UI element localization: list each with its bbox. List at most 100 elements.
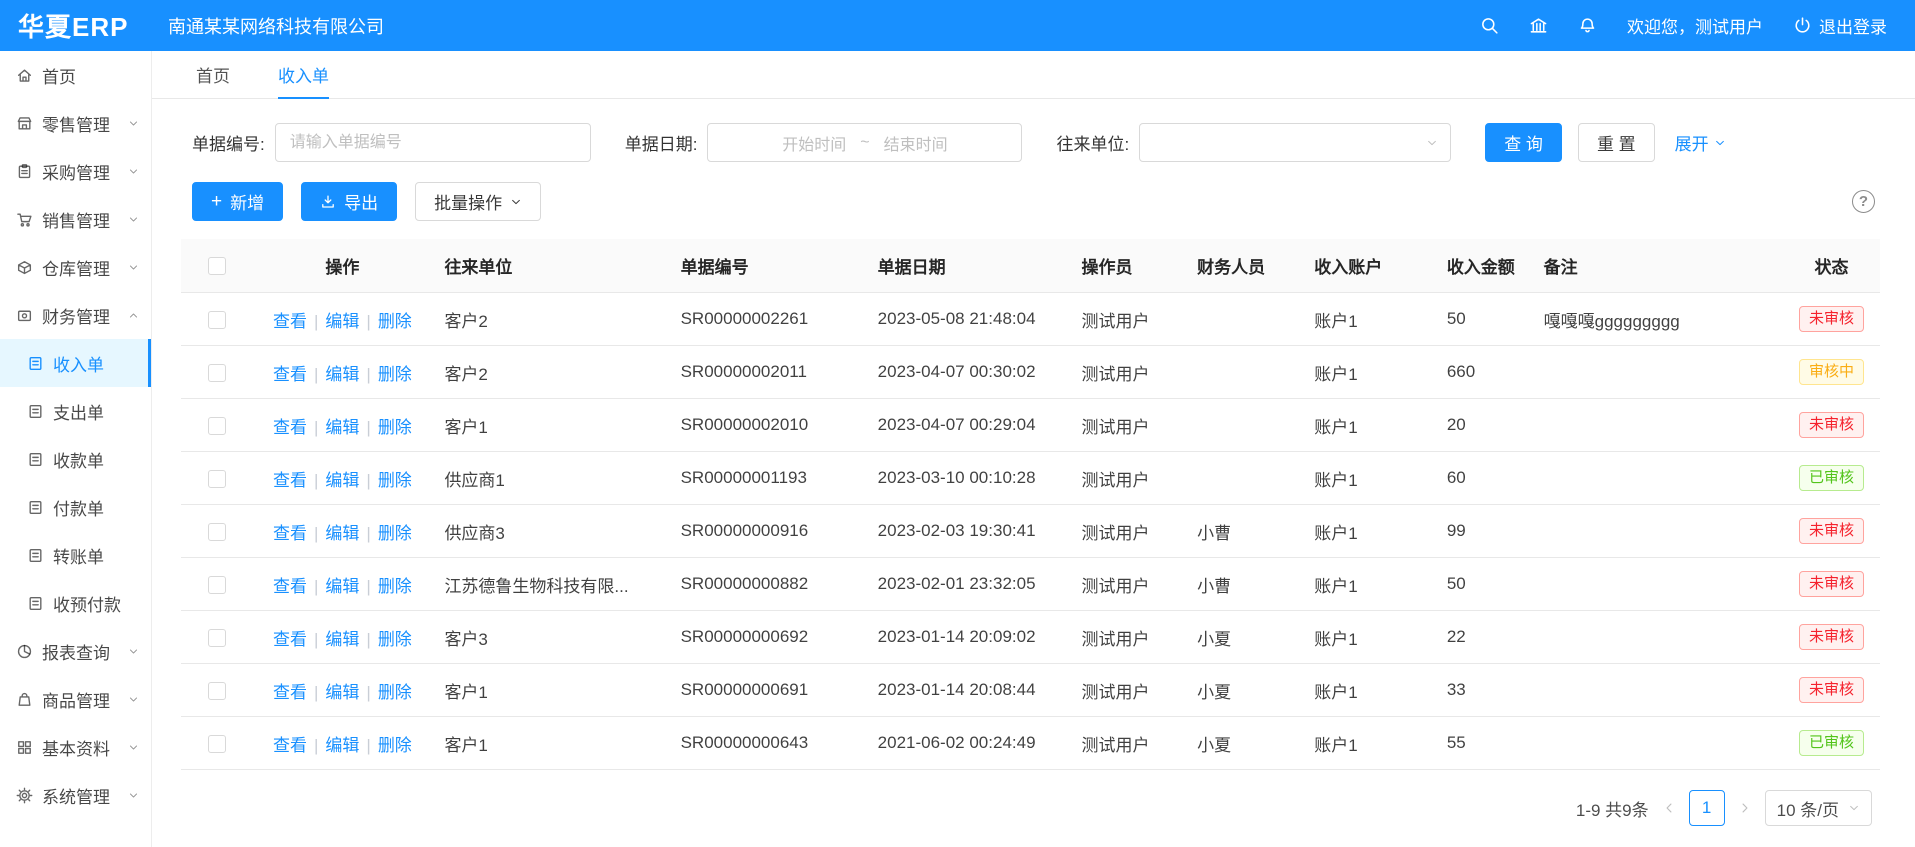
sidebar-item-payment-bill[interactable]: 付款单 [0,483,151,531]
sidebar-item-retail[interactable]: 零售管理 [0,99,151,147]
delete-link[interactable]: 删除 [378,365,412,384]
remark-cell: 嘎嘎嘎ggggggggg [1532,293,1783,346]
edit-link[interactable]: 编辑 [325,630,359,649]
view-link[interactable]: 查看 [273,577,307,596]
delete-link[interactable]: 删除 [378,577,412,596]
search-icon[interactable] [1480,16,1499,35]
tab-bar: 首页收入单 [152,51,1915,99]
tab-home[interactable]: 首页 [196,51,230,99]
account-cell: 账户1 [1302,293,1435,346]
row-checkbox[interactable] [208,470,226,488]
edit-link[interactable]: 编辑 [325,683,359,702]
action-toolbar: + 新增 导出 批量操作 ? [152,162,1915,221]
bill-date-label: 单据日期: [625,130,698,155]
search-button[interactable]: 查 询 [1485,123,1562,162]
row-checkbox[interactable] [208,682,226,700]
sidebar-item-sales[interactable]: 销售管理 [0,195,151,243]
sidebar-item-receipt-bill[interactable]: 收款单 [0,435,151,483]
sidebar-item-warehouse[interactable]: 仓库管理 [0,243,151,291]
delete-link[interactable]: 删除 [378,683,412,702]
row-checkbox[interactable] [208,576,226,594]
sidebar-item-purchase[interactable]: 采购管理 [0,147,151,195]
bell-icon[interactable] [1578,16,1597,35]
sidebar-item-transfer-bill[interactable]: 转账单 [0,531,151,579]
delete-link[interactable]: 删除 [378,418,412,437]
view-link[interactable]: 查看 [273,736,307,755]
view-link[interactable]: 查看 [273,365,307,384]
sidebar-item-prepaid-bill[interactable]: 收预付款 [0,579,151,627]
bill-number-cell: SR00000000916 [669,505,866,558]
add-button[interactable]: + 新增 [192,182,283,221]
remark-cell [1532,611,1783,664]
help-icon[interactable]: ? [1852,190,1875,213]
edit-link[interactable]: 编辑 [325,365,359,384]
sidebar-item-basic-data[interactable]: 基本资料 [0,723,151,771]
operator-cell: 测试用户 [1070,611,1186,664]
reset-button[interactable]: 重 置 [1578,123,1655,162]
warehouse-icon [16,259,33,276]
date-range-picker[interactable]: 开始时间 ~ 结束时间 [707,123,1022,162]
sidebar-item-finance[interactable]: 财务管理 [0,291,151,339]
prev-page-button[interactable] [1662,801,1676,815]
sidebar-item-home[interactable]: 首页 [0,51,151,99]
edit-link[interactable]: 编辑 [325,418,359,437]
delete-link[interactable]: 删除 [378,736,412,755]
page-size-select[interactable]: 10 条/页 [1765,790,1872,826]
operator-cell: 测试用户 [1070,452,1186,505]
row-checkbox[interactable] [208,523,226,541]
select-all-checkbox[interactable] [208,257,226,275]
remark-cell [1532,399,1783,452]
status-cell: 已审核 [1783,452,1880,505]
delete-link[interactable]: 删除 [378,524,412,543]
expand-link[interactable]: 展开 [1675,130,1726,155]
link-separator: | [366,630,370,649]
row-checkbox[interactable] [208,311,226,329]
row-checkbox[interactable] [208,629,226,647]
expand-label: 展开 [1675,130,1709,155]
sidebar-item-goods[interactable]: 商品管理 [0,675,151,723]
customer-cell: 江苏德鲁生物科技有限... [432,558,668,611]
view-link[interactable]: 查看 [273,312,307,331]
amount-cell: 660 [1435,346,1532,399]
view-link[interactable]: 查看 [273,471,307,490]
edit-link[interactable]: 编辑 [325,312,359,331]
finance-person-cell: 小夏 [1185,611,1302,664]
row-checkbox[interactable] [208,364,226,382]
sidebar-item-income-bill[interactable]: 收入单 [0,339,151,387]
doc-icon [27,355,44,372]
sidebar-item-reports[interactable]: 报表查询 [0,627,151,675]
batch-label: 批量操作 [434,189,502,214]
row-checkbox[interactable] [208,417,226,435]
sidebar-item-label: 财务管理 [42,303,110,328]
view-link[interactable]: 查看 [273,683,307,702]
view-link[interactable]: 查看 [273,524,307,543]
party-select[interactable] [1139,123,1451,162]
row-checkbox[interactable] [208,735,226,753]
delete-link[interactable]: 删除 [378,312,412,331]
next-page-button[interactable] [1738,801,1752,815]
bank-icon[interactable] [1529,16,1548,35]
link-separator: | [366,524,370,543]
purchase-icon [16,163,33,180]
actions-cell: 查看|编辑|删除 [252,664,432,717]
delete-link[interactable]: 删除 [378,630,412,649]
logout-button[interactable]: 退出登录 [1793,13,1887,38]
sidebar-item-system[interactable]: 系统管理 [0,771,151,819]
export-button[interactable]: 导出 [301,182,397,221]
sidebar-item-expense-bill[interactable]: 支出单 [0,387,151,435]
bill-number-cell: SR00000000882 [669,558,866,611]
delete-link[interactable]: 删除 [378,471,412,490]
edit-link[interactable]: 编辑 [325,736,359,755]
tab-income-bill[interactable]: 收入单 [278,51,329,99]
bill-date-cell: 2021-06-02 00:24:49 [866,717,1070,770]
view-link[interactable]: 查看 [273,630,307,649]
chevron-down-icon [1426,137,1438,149]
view-link[interactable]: 查看 [273,418,307,437]
page-1-button[interactable]: 1 [1689,790,1725,826]
edit-link[interactable]: 编辑 [325,524,359,543]
batch-operations-button[interactable]: 批量操作 [415,182,541,221]
bill-number-input[interactable] [275,123,591,162]
customer-cell: 客户2 [432,346,668,399]
edit-link[interactable]: 编辑 [325,577,359,596]
edit-link[interactable]: 编辑 [325,471,359,490]
